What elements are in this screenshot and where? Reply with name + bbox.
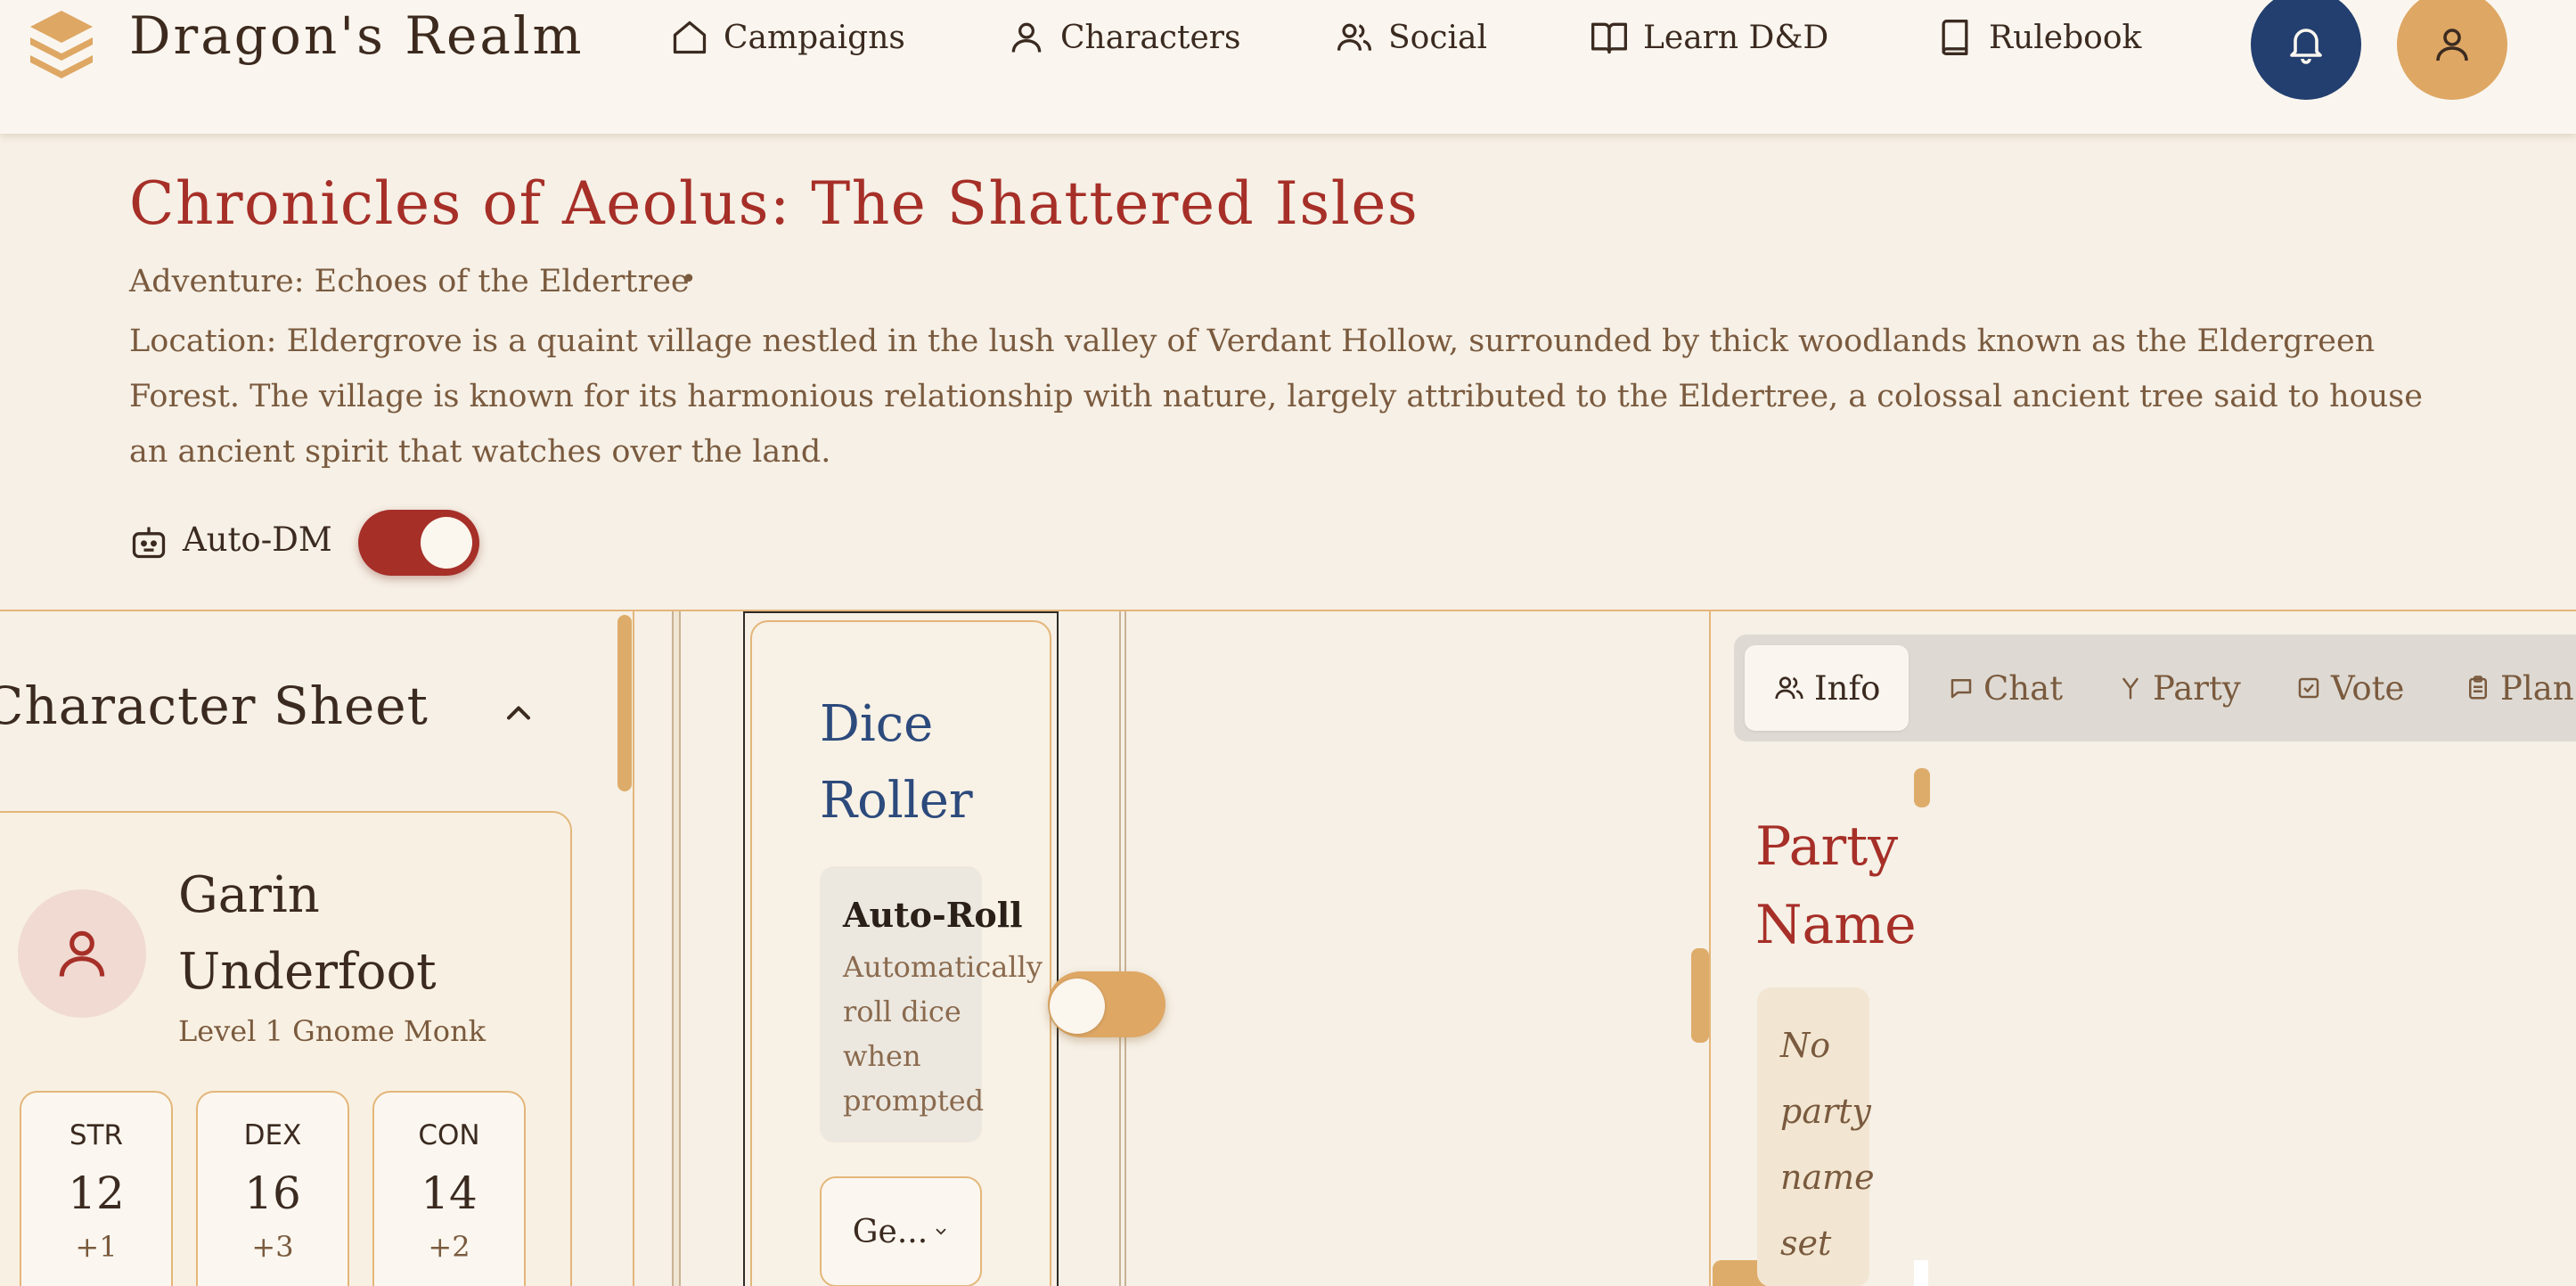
- dice-select[interactable]: Ge...: [820, 1176, 982, 1286]
- nav-characters[interactable]: Characters: [1007, 12, 1240, 62]
- stat-abbr: DEX: [243, 1119, 302, 1151]
- stat-modifier: +3: [251, 1230, 294, 1264]
- auto-roll-description: Automatically roll dice when prompted: [843, 950, 1043, 1118]
- user-icon: [2436, 29, 2468, 61]
- users-icon: [1337, 23, 1372, 51]
- adventure-name: Adventure: Echoes of the Eldertree: [129, 264, 690, 299]
- nav-learn[interactable]: Learn D&D: [1590, 12, 1828, 62]
- chevron-down-icon: [936, 1228, 946, 1235]
- tab-vote[interactable]: Vote: [2295, 645, 2404, 731]
- character-avatar: [18, 889, 146, 1018]
- right-panel-divider: [1709, 611, 1711, 1286]
- user-icon: [1011, 22, 1042, 53]
- auto-roll-title: Auto-Roll: [843, 895, 1023, 935]
- home-icon: [673, 20, 707, 54]
- stat-value: 16: [244, 1167, 301, 1219]
- dice-roller-title: Dice Roller: [820, 695, 973, 830]
- stat-modifier: +1: [75, 1230, 118, 1264]
- stat-value: 12: [68, 1167, 125, 1219]
- tab-party[interactable]: Party: [2117, 645, 2241, 731]
- dice-select-value: Ge...: [852, 1213, 928, 1250]
- dragon-logo-icon[interactable]: [25, 7, 98, 80]
- nav-rulebook[interactable]: Rulebook: [1935, 12, 2141, 62]
- bell-icon: [2290, 29, 2322, 64]
- stat-value: 14: [421, 1167, 478, 1219]
- side-panel-scrollbar[interactable]: [1914, 768, 1930, 807]
- brand-name[interactable]: Dragon's Realm: [129, 5, 584, 66]
- stat-box-con: CON 14 +2: [372, 1091, 526, 1286]
- chevron-up-icon[interactable]: [499, 693, 538, 733]
- clipboard-icon: [2469, 676, 2487, 700]
- location-description: Location: Eldergrove is a quaint village…: [129, 324, 2423, 470]
- character-sheet-scrollbar[interactable]: [617, 615, 632, 791]
- tab-plan[interactable]: Plan: [2465, 645, 2574, 731]
- nav-social-label: Social: [1388, 19, 1487, 56]
- toggle-knob: [421, 517, 472, 569]
- panel-border-line: [1119, 611, 1121, 1286]
- panel-border-line: [1124, 611, 1126, 1286]
- character-class-level: Level 1 Gnome Monk: [178, 1014, 487, 1048]
- party-name-heading: Party Name: [1755, 815, 1917, 956]
- toggle-knob: [1050, 979, 1105, 1034]
- stat-box-str: STR 12 +1: [20, 1091, 173, 1286]
- user-icon: [59, 930, 105, 977]
- nav-learn-label: Learn D&D: [1643, 19, 1829, 56]
- section-divider: [0, 610, 2576, 611]
- book-icon: [1942, 20, 1968, 55]
- tab-chat[interactable]: Chat: [1948, 645, 2063, 731]
- panel-gap: [674, 611, 679, 1286]
- panel-edge: [1914, 1260, 1928, 1286]
- nav-social[interactable]: Social: [1335, 12, 1487, 62]
- tab-info-label: Info: [1814, 668, 1881, 708]
- panel-resize-handle[interactable]: [1691, 948, 1709, 1043]
- nav-campaigns-label: Campaigns: [724, 19, 905, 56]
- column-divider: [633, 611, 634, 1286]
- campaign-title: Chronicles of Aeolus: The Shattered Isle…: [129, 169, 1419, 238]
- stat-modifier: +2: [428, 1230, 470, 1264]
- stat-abbr: STR: [69, 1119, 124, 1151]
- tab-plan-label: Plan: [2500, 668, 2574, 708]
- tab-chat-label: Chat: [1983, 668, 2064, 708]
- auto-dm-label: Auto-DM: [183, 520, 332, 559]
- tab-info[interactable]: Info: [1745, 645, 1910, 731]
- users-icon: [1775, 676, 1803, 700]
- tab-party-label: Party: [2153, 668, 2241, 708]
- nav-characters-label: Characters: [1060, 19, 1241, 56]
- chat-icon: [1950, 679, 1972, 699]
- book-open-icon: [1591, 22, 1627, 54]
- party-icon: [2122, 677, 2138, 700]
- nav-rulebook-label: Rulebook: [1989, 19, 2142, 56]
- stat-box-dex: DEX 16 +3: [196, 1091, 349, 1286]
- character-sheet-title: Character Sheet: [0, 676, 429, 736]
- meta-separator: •: [681, 264, 697, 295]
- nav-campaigns[interactable]: Campaigns: [670, 12, 905, 62]
- panel-border-line: [679, 611, 681, 1286]
- party-name-empty-text: No party name set: [1780, 1026, 1875, 1263]
- robot-icon: [132, 527, 166, 559]
- auto-dm-toggle[interactable]: [358, 510, 479, 576]
- vote-icon: [2298, 677, 2319, 699]
- stat-abbr: CON: [418, 1119, 480, 1151]
- character-name: Garin Underfoot: [178, 866, 437, 1001]
- tab-vote-label: Vote: [2331, 668, 2405, 708]
- auto-roll-toggle[interactable]: [1048, 971, 1165, 1037]
